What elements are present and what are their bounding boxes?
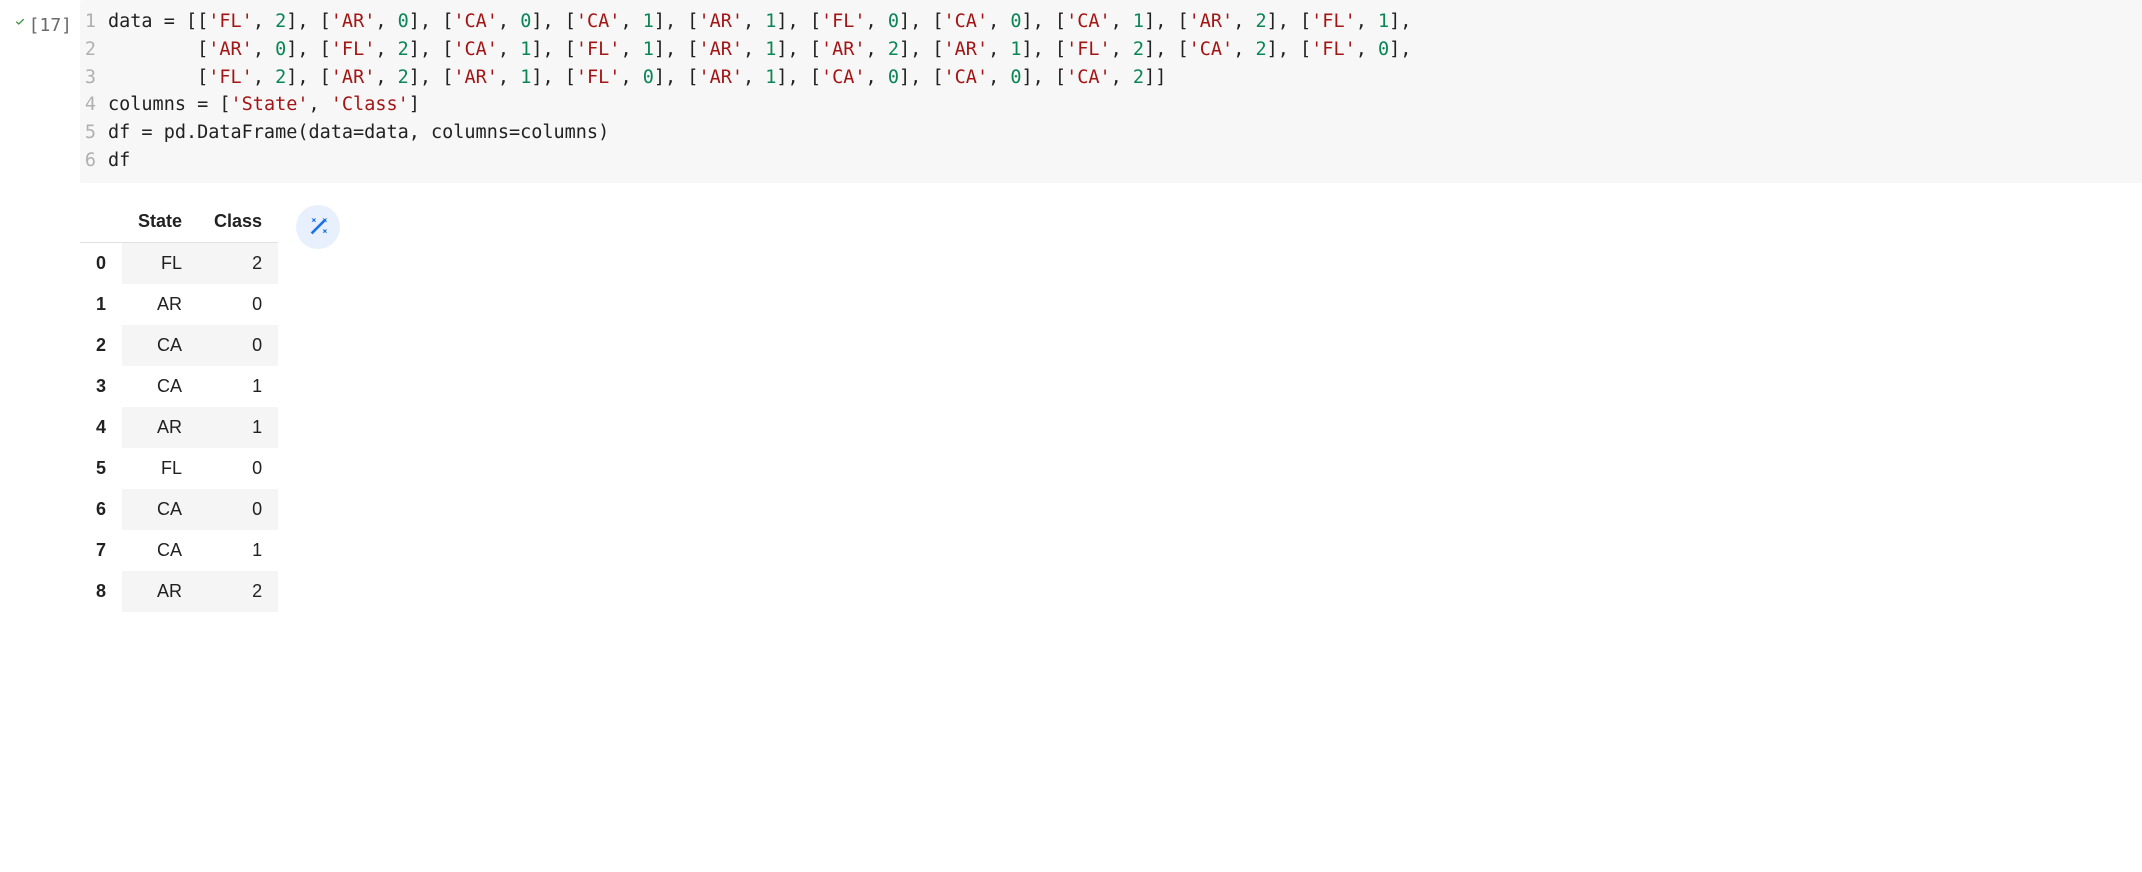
cell-class: 1 [198, 366, 278, 407]
table-row: 8AR2 [80, 571, 278, 612]
row-index: 0 [80, 242, 122, 284]
line-number: 3 [80, 64, 108, 92]
line-number: 6 [80, 147, 108, 175]
cell-class: 0 [198, 489, 278, 530]
column-header-state[interactable]: State [122, 201, 198, 243]
notebook-cell: [17] 1data = [['FL', 2], ['AR', 0], ['CA… [0, 0, 2142, 612]
table-row: 5FL0 [80, 448, 278, 489]
table-row: 2CA0 [80, 325, 278, 366]
cell-state: CA [122, 325, 198, 366]
table-row: 6CA0 [80, 489, 278, 530]
cell-class: 0 [198, 325, 278, 366]
cell-state: CA [122, 530, 198, 571]
line-number: 4 [80, 91, 108, 119]
row-index: 7 [80, 530, 122, 571]
row-index: 4 [80, 407, 122, 448]
cell-class: 2 [198, 242, 278, 284]
row-index: 5 [80, 448, 122, 489]
code-line[interactable]: ['AR', 0], ['FL', 2], ['CA', 1], ['FL', … [108, 36, 2130, 64]
code-line[interactable]: data = [['FL', 2], ['AR', 0], ['CA', 0],… [108, 8, 2130, 36]
code-line[interactable]: df [108, 147, 2130, 175]
magic-wand-icon [307, 216, 329, 238]
execution-count: [17] [29, 15, 72, 36]
line-number: 5 [80, 119, 108, 147]
cell-state: CA [122, 489, 198, 530]
cell-class: 0 [198, 284, 278, 325]
cell-state: AR [122, 407, 198, 448]
row-index: 3 [80, 366, 122, 407]
table-row: 1AR0 [80, 284, 278, 325]
cell-state: AR [122, 284, 198, 325]
line-number: 1 [80, 8, 108, 36]
cell-class: 2 [198, 571, 278, 612]
row-index: 2 [80, 325, 122, 366]
cell-state: FL [122, 242, 198, 284]
table-row: 3CA1 [80, 366, 278, 407]
cell-state: FL [122, 448, 198, 489]
code-line[interactable]: columns = ['State', 'Class'] [108, 91, 2130, 119]
dataframe-table: State Class 0FL21AR02CA03CA14AR15FL06CA0… [80, 201, 278, 612]
row-index: 1 [80, 284, 122, 325]
table-row: 4AR1 [80, 407, 278, 448]
code-input[interactable]: 1data = [['FL', 2], ['AR', 0], ['CA', 0]… [80, 0, 2142, 183]
cell-class: 1 [198, 530, 278, 571]
column-header-class[interactable]: Class [198, 201, 278, 243]
cell-class: 1 [198, 407, 278, 448]
table-row: 0FL2 [80, 242, 278, 284]
cell-state: AR [122, 571, 198, 612]
code-line[interactable]: df = pd.DataFrame(data=data, columns=col… [108, 119, 2130, 147]
suggest-charts-button[interactable] [296, 205, 340, 249]
cell-class: 0 [198, 448, 278, 489]
execution-prompt[interactable]: [17] [0, 0, 80, 612]
index-header [80, 201, 122, 243]
row-index: 8 [80, 571, 122, 612]
check-icon [15, 13, 25, 31]
cell-output: State Class 0FL21AR02CA03CA14AR15FL06CA0… [80, 183, 2142, 612]
line-number: 2 [80, 36, 108, 64]
table-row: 7CA1 [80, 530, 278, 571]
cell-state: CA [122, 366, 198, 407]
code-line[interactable]: ['FL', 2], ['AR', 2], ['AR', 1], ['FL', … [108, 64, 2130, 92]
row-index: 6 [80, 489, 122, 530]
